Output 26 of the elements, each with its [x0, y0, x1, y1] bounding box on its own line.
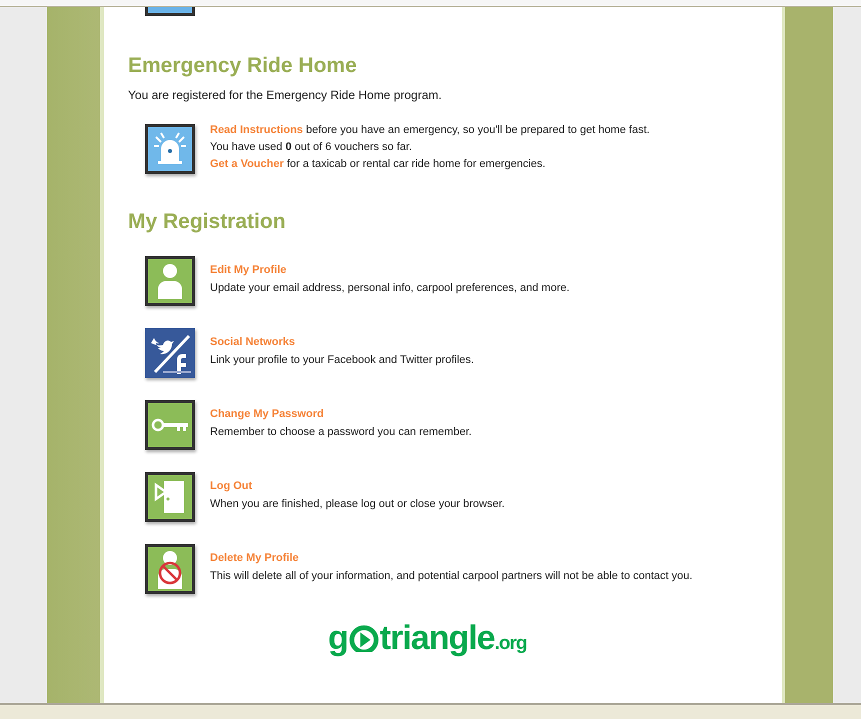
- key-icon: [145, 400, 195, 450]
- info-text: Read Instructions before you have an emergency, so you'll be prepared to get home fast.: [210, 124, 650, 136]
- link[interactable]: Change My Password: [210, 408, 472, 420]
- intro-text: You are registered for the Emergency Ride Home program.: [128, 88, 443, 102]
- description-text: Link your profile to your Facebook and Twitter profiles.: [210, 354, 474, 366]
- link[interactable]: Get a Voucher: [210, 158, 284, 170]
- description-text: Remember to choose a password you can remember.: [210, 426, 472, 438]
- info-text: You have used 0 out of 6 vouchers so far.: [210, 141, 414, 153]
- link[interactable]: Log Out: [210, 480, 505, 492]
- link[interactable]: Edit My Profile: [210, 264, 570, 276]
- social-icon: [145, 328, 195, 378]
- description-text: Update your email address, personal info, carpool preferences, and more.: [210, 282, 570, 294]
- link[interactable]: Delete My Profile: [210, 552, 692, 564]
- link[interactable]: Read Instructions: [210, 124, 303, 136]
- logo[interactable]: g triangle.org: [328, 618, 528, 664]
- app-icon: [145, 7, 195, 16]
- person-icon: [145, 256, 195, 306]
- info-text: Get a Voucher for a taxicab or rental car ride home for emergencies.: [210, 158, 546, 170]
- section-heading: My Registration: [128, 210, 287, 234]
- link[interactable]: Social Networks: [210, 336, 474, 348]
- delete-profile-icon: [145, 544, 195, 594]
- door-icon: [145, 472, 195, 522]
- section-heading: Emergency Ride Home: [128, 54, 358, 78]
- description-text: This will delete all of your information, and potential carpool partners will not be able to contact you.: [210, 570, 692, 582]
- description-text: When you are finished, please log out or close your browser.: [210, 498, 505, 510]
- siren-icon: [145, 124, 195, 174]
